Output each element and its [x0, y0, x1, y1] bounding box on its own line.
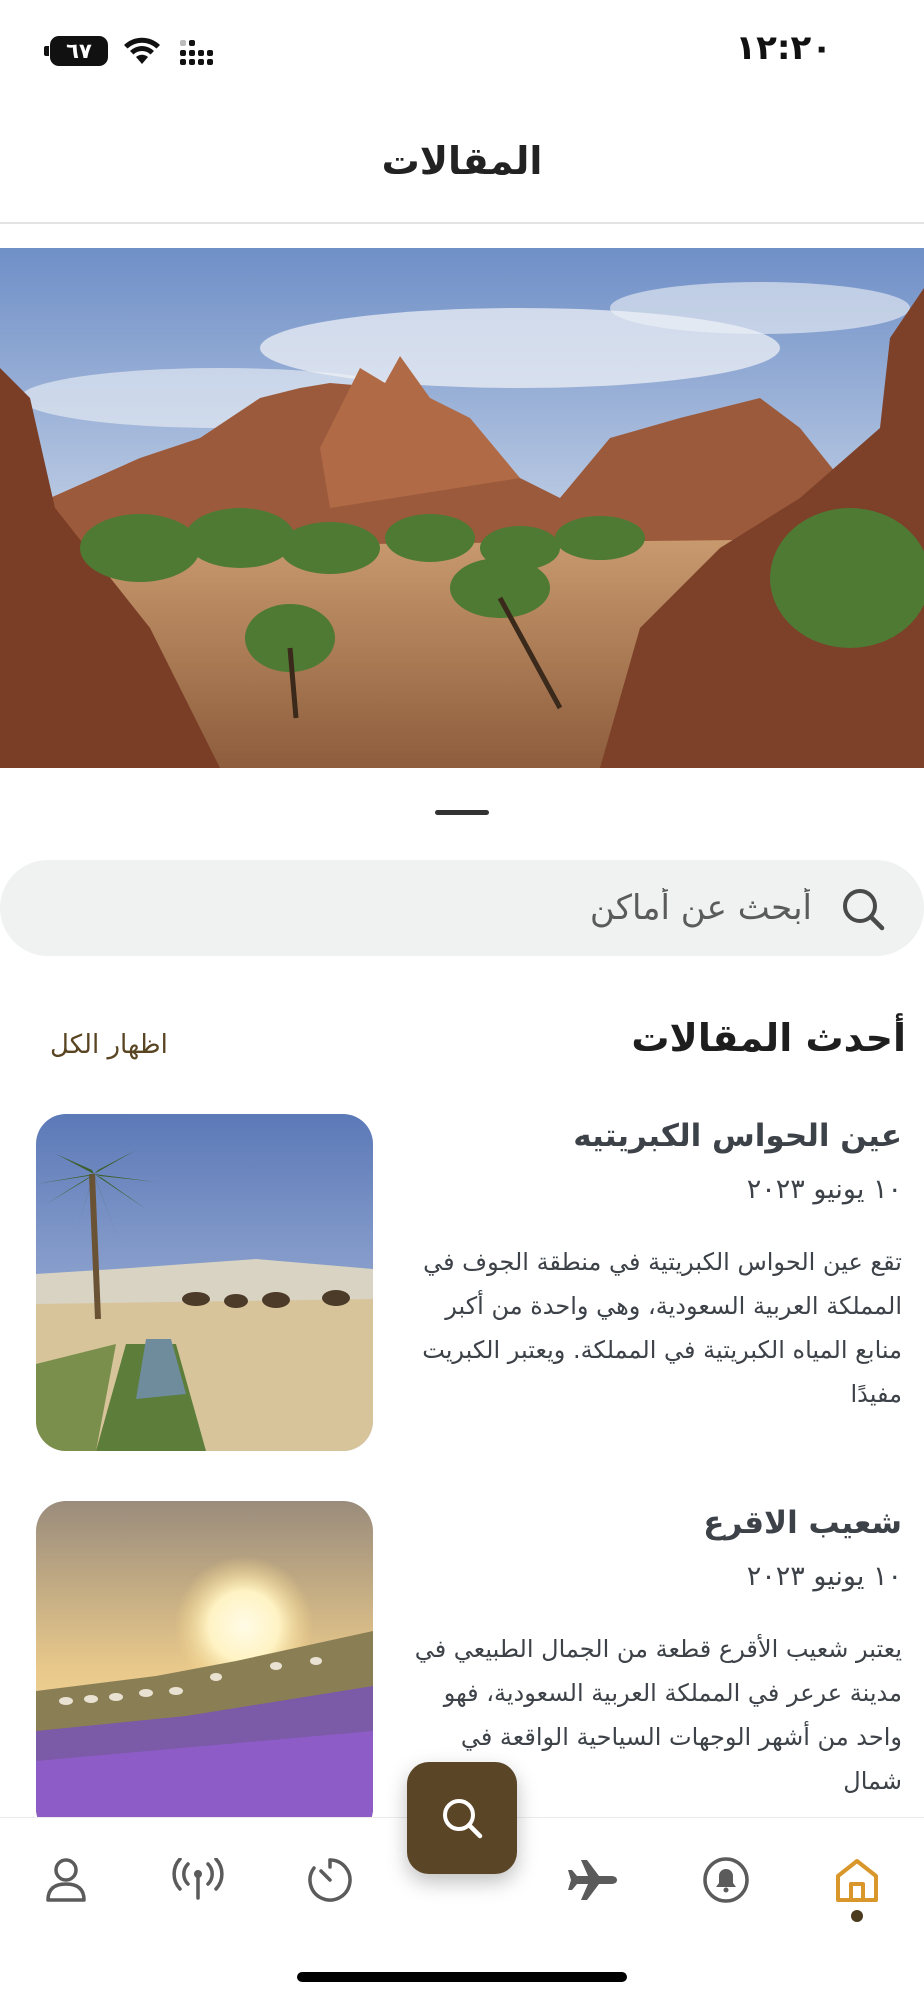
battery-level: ٦٧ — [66, 39, 92, 63]
bell-icon — [703, 1857, 749, 1903]
article-excerpt: تقع عين الحواس الكبريتية في منطقة الجوف … — [422, 1248, 902, 1408]
page-header: المقالات — [0, 100, 924, 224]
wifi-icon — [124, 37, 160, 64]
article-title: عين الحواس الكبريتيه — [573, 1118, 902, 1154]
status-time: ١٢:٢٠ — [735, 28, 832, 68]
timer-icon — [308, 1858, 352, 1902]
battery-nub — [44, 46, 49, 56]
nav-broadcast[interactable] — [166, 1848, 230, 1912]
home-indicator — [297, 1972, 627, 1982]
search-bar[interactable] — [0, 860, 924, 956]
article-image[interactable] — [36, 1501, 373, 1838]
hero-image[interactable] — [0, 248, 924, 768]
drag-handle[interactable] — [435, 810, 489, 815]
search-icon — [443, 1799, 483, 1839]
sunset-meadow-illustration — [36, 1501, 373, 1838]
nav-notifications[interactable] — [694, 1848, 758, 1912]
article-date: ١٠ يونيو ٢٠٢٣ — [746, 1561, 902, 1592]
signal-icon — [180, 40, 213, 65]
battery-icon: ٦٧ — [44, 36, 108, 66]
section-title: أحدث المقالات — [631, 1016, 906, 1060]
article-title: شعيب الاقرع — [703, 1505, 902, 1541]
hero-landscape-illustration — [0, 248, 924, 768]
nav-home[interactable] — [825, 1848, 889, 1912]
airplane-icon — [568, 1860, 617, 1900]
active-tab-indicator — [851, 1910, 863, 1922]
broadcast-icon — [172, 1858, 224, 1900]
home-icon — [836, 1859, 878, 1902]
search-fab-button[interactable] — [407, 1762, 517, 1874]
status-bar: ٦٧ ١٢:٢٠ — [0, 0, 924, 100]
article-card[interactable]: عين الحواس الكبريتيه ١٠ يونيو ٢٠٢٣ تقع ع… — [0, 1114, 924, 1454]
show-all-link[interactable]: اظهار الكل — [50, 1030, 168, 1060]
desert-spring-illustration — [36, 1114, 373, 1451]
search-icon — [843, 889, 885, 931]
nav-profile[interactable] — [34, 1848, 98, 1912]
article-date: ١٠ يونيو ٢٠٢٣ — [746, 1174, 902, 1205]
nav-timer[interactable] — [298, 1848, 362, 1912]
page-title: المقالات — [381, 139, 543, 183]
profile-icon — [46, 1858, 86, 1902]
article-image[interactable] — [36, 1114, 373, 1451]
nav-flights[interactable] — [561, 1848, 625, 1912]
search-input[interactable] — [252, 876, 812, 940]
